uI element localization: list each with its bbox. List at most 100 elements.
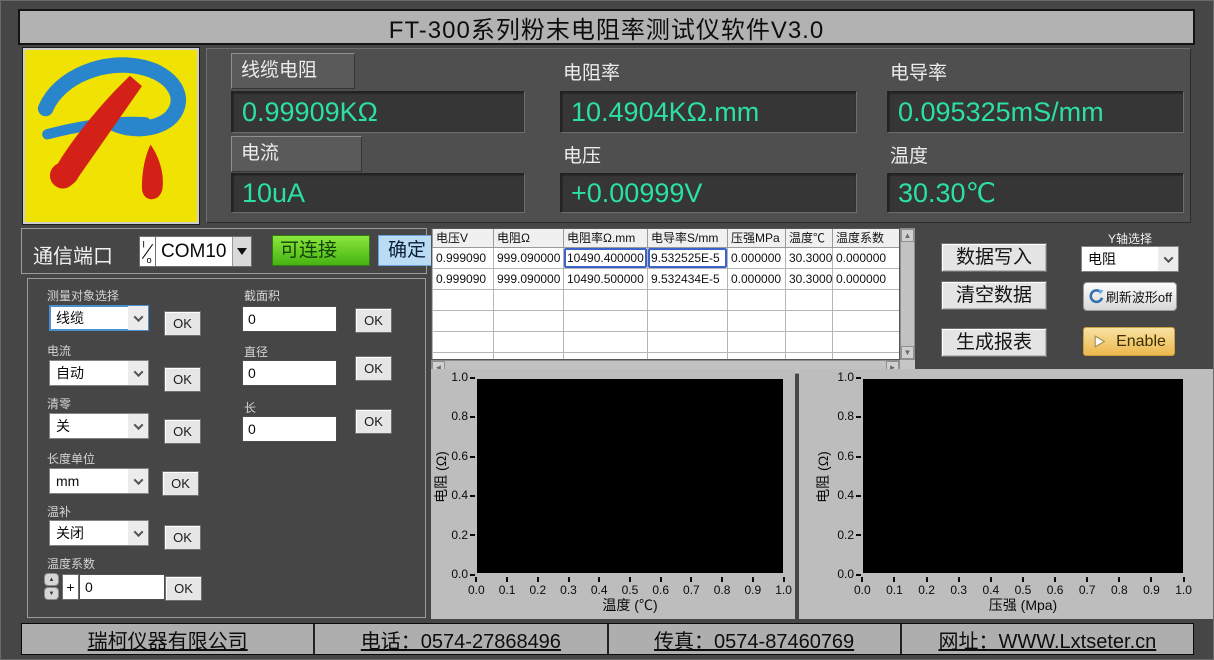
- scroll-up-icon[interactable]: ▲: [901, 229, 914, 242]
- svg-text:I: I: [142, 239, 145, 249]
- enable-button[interactable]: Enable: [1083, 327, 1175, 356]
- temperature-chart: 1.00.80.60.40.20.0 0.00.10.20.30.40.50.6…: [431, 369, 795, 619]
- measure-target-select[interactable]: 线缆: [49, 305, 149, 331]
- table-vertical-scrollbar[interactable]: ▲ ▼: [900, 228, 915, 360]
- length-input[interactable]: 0: [242, 416, 337, 442]
- fax-number: 传真：0574-87460769: [609, 624, 902, 654]
- table-cell[interactable]: [833, 331, 900, 352]
- table-cell[interactable]: [728, 352, 786, 360]
- current-mode-select[interactable]: 自动: [49, 360, 149, 386]
- length-unit-select[interactable]: mm: [49, 468, 149, 494]
- chevron-down-icon[interactable]: [128, 469, 148, 493]
- table-cell[interactable]: [648, 331, 728, 352]
- clear-data-button[interactable]: 清空数据: [941, 281, 1047, 310]
- table-cell[interactable]: 9.532434E-5: [648, 268, 728, 289]
- comm-port-select[interactable]: COM10: [155, 236, 252, 267]
- chevron-down-icon[interactable]: [128, 361, 148, 385]
- table-cell[interactable]: [564, 331, 648, 352]
- cross-section-input[interactable]: 0: [242, 306, 337, 332]
- table-cell[interactable]: [433, 310, 494, 331]
- confirm-button[interactable]: 确定: [378, 235, 436, 266]
- column-header[interactable]: 电阻Ω: [494, 229, 564, 247]
- table-cell[interactable]: [786, 289, 833, 310]
- connect-status-button[interactable]: 可连接: [272, 235, 370, 266]
- table-cell[interactable]: 30.3000: [786, 247, 833, 268]
- table-cell[interactable]: [833, 310, 900, 331]
- current-label: 电流: [231, 136, 362, 172]
- zeroing-ok-button[interactable]: OK: [164, 419, 201, 444]
- table-cell[interactable]: [433, 352, 494, 360]
- length-ok-button[interactable]: OK: [355, 409, 392, 434]
- table-cell[interactable]: [786, 310, 833, 331]
- column-header[interactable]: 温度℃: [786, 229, 833, 247]
- temp-comp-select[interactable]: 关闭: [49, 520, 149, 546]
- table-cell[interactable]: 0.000000: [728, 247, 786, 268]
- tick-label: 0.6: [1047, 577, 1064, 597]
- tick-label: 0.9: [744, 577, 761, 597]
- table-cell[interactable]: [728, 331, 786, 352]
- column-header[interactable]: 电导率S/mm: [648, 229, 728, 247]
- zeroing-select[interactable]: 关: [49, 413, 149, 439]
- table-cell[interactable]: 0.000000: [833, 268, 900, 289]
- current-mode-label: 电流: [47, 342, 71, 359]
- table-cell[interactable]: 999.090000: [494, 247, 564, 268]
- table-cell[interactable]: [833, 352, 900, 360]
- table-cell[interactable]: 9.532525E-5: [648, 247, 728, 268]
- stepper-up-icon[interactable]: ▲: [44, 573, 59, 586]
- chevron-down-icon[interactable]: [128, 414, 148, 438]
- current-mode-ok-button[interactable]: OK: [164, 367, 201, 392]
- table-cell[interactable]: [494, 289, 564, 310]
- column-header[interactable]: 电压V: [433, 229, 494, 247]
- table-cell[interactable]: 0.999090: [433, 268, 494, 289]
- length-unit-value: mm: [50, 473, 128, 489]
- cross-section-ok-button[interactable]: OK: [355, 308, 392, 333]
- table-cell[interactable]: [564, 289, 648, 310]
- table-cell[interactable]: [786, 352, 833, 360]
- table-cell[interactable]: [648, 310, 728, 331]
- temp-coeff-stepper[interactable]: ▲▼: [44, 573, 59, 600]
- chevron-down-icon[interactable]: [128, 521, 148, 545]
- table-cell[interactable]: [728, 289, 786, 310]
- length-unit-ok-button[interactable]: OK: [162, 471, 199, 496]
- measure-target-ok-button[interactable]: OK: [164, 311, 201, 336]
- table-cell[interactable]: [786, 331, 833, 352]
- refresh-icon: [1088, 288, 1105, 305]
- refresh-wave-button[interactable]: 刷新波形off: [1083, 282, 1177, 311]
- temp-coeff-input[interactable]: 0: [79, 574, 165, 600]
- table-cell[interactable]: [433, 289, 494, 310]
- table-cell[interactable]: [494, 352, 564, 360]
- diameter-ok-button[interactable]: OK: [355, 356, 392, 381]
- table-cell[interactable]: 30.3000: [786, 268, 833, 289]
- table-cell[interactable]: 0.000000: [728, 268, 786, 289]
- scroll-down-icon[interactable]: ▼: [901, 346, 914, 359]
- measure-target-label: 测量对象选择: [47, 287, 119, 304]
- temp-coeff-ok-button[interactable]: OK: [165, 576, 202, 601]
- table-cell[interactable]: [648, 289, 728, 310]
- y-axis-select[interactable]: 电阻: [1081, 246, 1179, 272]
- chevron-down-icon[interactable]: [1158, 247, 1178, 271]
- table-cell[interactable]: 10490.400000: [564, 247, 648, 268]
- table-cell[interactable]: [833, 289, 900, 310]
- table-cell[interactable]: 999.090000: [494, 268, 564, 289]
- column-header[interactable]: 压强MPa: [728, 229, 786, 247]
- table-cell[interactable]: [494, 331, 564, 352]
- stepper-down-icon[interactable]: ▼: [44, 587, 59, 600]
- generate-report-button[interactable]: 生成报表: [941, 328, 1047, 357]
- table-cell[interactable]: [564, 310, 648, 331]
- diameter-input[interactable]: 0: [242, 360, 337, 386]
- table-cell[interactable]: 10490.500000: [564, 268, 648, 289]
- table-cell[interactable]: [564, 352, 648, 360]
- column-header[interactable]: 电阻率Ω.mm: [564, 229, 648, 247]
- column-header[interactable]: 温度系数: [833, 229, 900, 247]
- table-cell[interactable]: [433, 331, 494, 352]
- table-cell[interactable]: [494, 310, 564, 331]
- write-data-button[interactable]: 数据写入: [941, 243, 1047, 272]
- chevron-down-icon[interactable]: [128, 306, 148, 330]
- table-row: [433, 352, 900, 360]
- temp-comp-ok-button[interactable]: OK: [164, 525, 201, 550]
- dropdown-arrow-icon[interactable]: [232, 237, 251, 266]
- table-cell[interactable]: [728, 310, 786, 331]
- table-cell[interactable]: 0.000000: [833, 247, 900, 268]
- table-cell[interactable]: [648, 352, 728, 360]
- table-cell[interactable]: 0.999090: [433, 247, 494, 268]
